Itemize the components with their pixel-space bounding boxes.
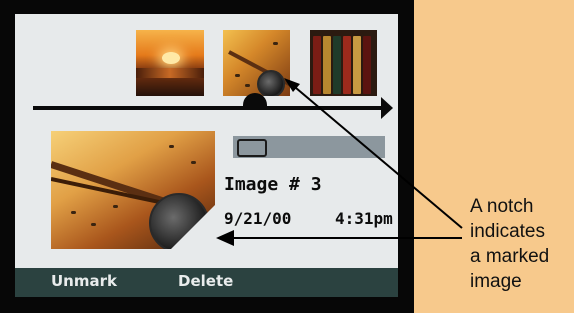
thumbnail-fishing-rod[interactable] — [223, 30, 290, 96]
camera-frame: Image # 3 9/21/00 4:31pm Unmark Delete — [0, 0, 414, 313]
book — [353, 36, 361, 94]
fly — [191, 161, 196, 164]
callout-line: a marked — [470, 246, 550, 267]
image-date: 9/21/00 — [224, 209, 292, 228]
timeline-arrow — [33, 106, 383, 110]
book — [313, 36, 321, 94]
fly — [235, 74, 240, 77]
camera-screen: Image # 3 9/21/00 4:31pm Unmark Delete — [15, 14, 398, 297]
book — [363, 36, 371, 94]
callout-line: indicates — [470, 221, 545, 242]
book — [343, 36, 351, 94]
callout-line: A notch — [470, 196, 534, 217]
fly — [169, 145, 174, 148]
fly — [113, 205, 118, 208]
arrow-right-icon — [381, 97, 393, 119]
delete-button[interactable]: Delete — [178, 272, 233, 290]
book — [323, 36, 331, 94]
fly — [71, 211, 76, 214]
callout-text: A notch indicates a marked image — [470, 194, 549, 294]
fly — [91, 223, 96, 226]
selected-image-preview — [51, 131, 215, 249]
unmark-button[interactable]: Unmark — [51, 272, 117, 290]
thumbnail-books[interactable] — [310, 30, 377, 96]
image-status-bar — [233, 136, 385, 158]
sea — [136, 68, 204, 78]
book — [333, 36, 341, 94]
sun — [162, 52, 180, 64]
fly — [245, 84, 250, 87]
softkey-bar: Unmark Delete — [15, 268, 398, 297]
marked-notch-corner — [171, 205, 215, 249]
fly — [273, 42, 278, 45]
image-time: 4:31pm — [335, 209, 393, 228]
frame-icon — [237, 139, 267, 157]
callout-line: image — [470, 271, 522, 292]
image-number: Image # 3 — [224, 174, 322, 195]
reel — [257, 70, 285, 96]
thumbnail-sunset[interactable] — [136, 30, 204, 96]
